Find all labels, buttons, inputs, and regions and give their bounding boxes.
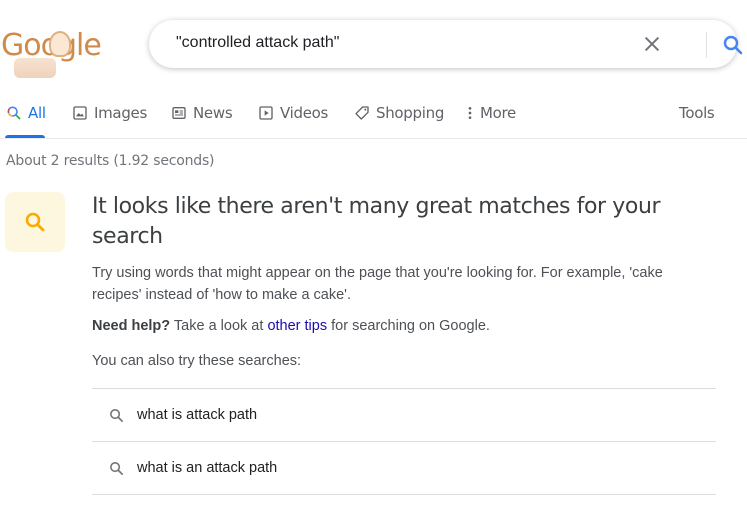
hint-icon-box <box>5 192 65 252</box>
suggested-searches: what is attack path what is an attack pa… <box>92 388 716 495</box>
hint-title: It looks like there aren't many great ma… <box>92 194 661 249</box>
suggestion-item[interactable]: what is attack path <box>92 388 716 441</box>
search-box <box>149 20 743 68</box>
image-icon <box>73 106 87 120</box>
search-tabs: All Images News Videos Shopping More Too… <box>0 98 747 139</box>
close-icon <box>644 36 660 52</box>
help-bold: Need help? <box>92 318 171 334</box>
tab-more[interactable]: More <box>466 104 516 122</box>
help-post: for searching on Google. <box>327 318 490 334</box>
tab-videos[interactable]: Videos <box>258 104 328 122</box>
tab-news[interactable]: News <box>171 104 233 122</box>
tab-label: All <box>28 104 46 122</box>
doodle-figure-icon <box>49 31 71 57</box>
clear-search-button[interactable] <box>641 33 663 55</box>
tab-shopping[interactable]: Shopping <box>354 104 444 122</box>
tab-label: Shopping <box>376 104 445 122</box>
suggestion-text: what is attack path <box>137 407 258 423</box>
result-stats: About 2 results (1.92 seconds) <box>6 153 215 169</box>
also-try-label: You can also try these searches: <box>92 353 302 369</box>
news-icon <box>172 107 186 119</box>
tab-label: More <box>480 104 516 122</box>
search-icon <box>25 212 45 232</box>
active-tab-indicator <box>5 135 45 138</box>
search-icon <box>110 408 124 422</box>
hint-body: Try using words that might appear on the… <box>92 265 663 303</box>
suggestion-text: what is an attack path <box>137 460 278 476</box>
search-submit-button[interactable] <box>721 33 745 57</box>
tab-label: Videos <box>280 104 329 122</box>
tools-button[interactable]: Tools <box>679 104 715 122</box>
more-vert-icon <box>468 107 472 119</box>
other-tips-link[interactable]: other tips <box>267 318 327 334</box>
search-icon <box>723 35 743 55</box>
tools-label: Tools <box>679 104 715 122</box>
tab-label: Images <box>94 104 147 122</box>
tab-all[interactable]: All <box>6 104 46 122</box>
tab-label: News <box>193 104 233 122</box>
search-divider <box>706 32 707 58</box>
help-text: Need help? Take a look at other tips for… <box>92 318 490 334</box>
search-input[interactable] <box>176 34 616 52</box>
search-icon <box>110 461 124 475</box>
search-icon <box>7 106 21 120</box>
google-doodle-logo[interactable]: Google <box>0 22 110 82</box>
help-pre: Take a look at <box>170 318 268 334</box>
suggestion-item[interactable]: what is an attack path <box>92 441 716 495</box>
tab-images[interactable]: Images <box>72 104 147 122</box>
tag-icon <box>355 106 369 120</box>
play-icon <box>259 106 273 120</box>
